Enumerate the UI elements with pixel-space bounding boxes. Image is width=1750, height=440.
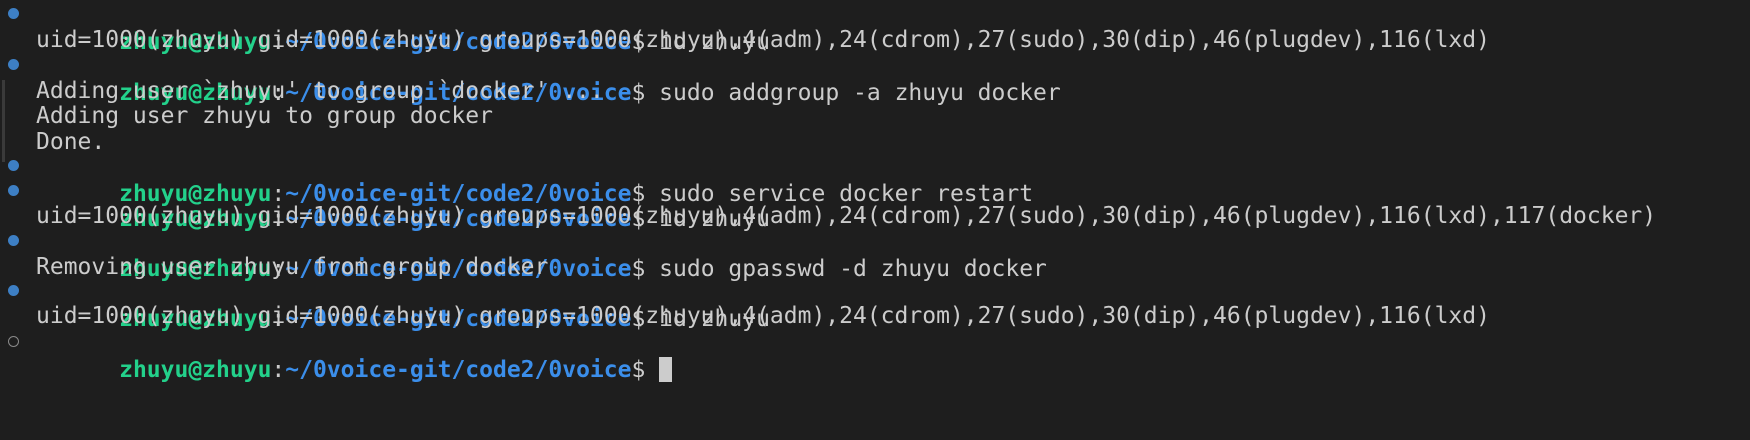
command-text: sudo addgroup -a zhuyu docker xyxy=(659,80,1061,106)
output-text: uid=1000(zhuyu) gid=1000(zhuyu) groups=1… xyxy=(36,303,1490,329)
output-text: uid=1000(zhuyu) gid=1000(zhuyu) groups=1… xyxy=(36,203,1657,229)
command-success-icon[interactable] xyxy=(8,285,19,296)
output-line: uid=1000(zhuyu) gid=1000(zhuyu) groups=1… xyxy=(0,26,1490,54)
command-success-icon[interactable] xyxy=(8,8,19,19)
current-prompt-line[interactable]: zhuyu@zhuyu:~/0voice-git/code2/0voice$ xyxy=(0,328,673,383)
text-cursor xyxy=(659,357,673,382)
output-text: uid=1000(zhuyu) gid=1000(zhuyu) groups=1… xyxy=(36,27,1490,53)
prompt-line: zhuyu@zhuyu:~/0voice-git/code2/0voice$ s… xyxy=(0,152,1033,207)
output-text: Adding user `zhuyu' to group `docker' ..… xyxy=(36,78,604,104)
output-text: Adding user zhuyu to group docker xyxy=(36,103,493,129)
output-line: Adding user `zhuyu' to group `docker' ..… xyxy=(0,77,604,105)
output-line: Adding user zhuyu to group docker xyxy=(0,102,493,130)
command-pending-icon xyxy=(8,336,19,347)
command-success-icon[interactable] xyxy=(8,59,19,70)
prompt-separator: : xyxy=(271,357,286,383)
prompt-symbol: $ xyxy=(631,80,660,106)
prompt-user-host: zhuyu@zhuyu xyxy=(119,357,272,383)
command-success-icon[interactable] xyxy=(8,185,19,196)
prompt-line: zhuyu@zhuyu:~/0voice-git/code2/0voice$ i… xyxy=(0,0,770,55)
prompt-line: zhuyu@zhuyu:~/0voice-git/code2/0voice$ i… xyxy=(0,177,770,232)
command-success-icon[interactable] xyxy=(8,235,19,246)
output-line: uid=1000(zhuyu) gid=1000(zhuyu) groups=1… xyxy=(0,202,1656,230)
terminal-panel[interactable]: zhuyu@zhuyu:~/0voice-git/code2/0voice$ i… xyxy=(0,0,1750,426)
prompt-symbol: $ xyxy=(631,357,660,383)
prompt-line: zhuyu@zhuyu:~/0voice-git/code2/0voice$ i… xyxy=(0,277,770,332)
prompt-line: zhuyu@zhuyu:~/0voice-git/code2/0voice$ s… xyxy=(0,51,1061,106)
output-line: uid=1000(zhuyu) gid=1000(zhuyu) groups=1… xyxy=(0,302,1490,330)
command-success-icon[interactable] xyxy=(8,160,19,171)
prompt-path: ~/0voice-git/code2/0voice xyxy=(285,357,632,383)
prompt-line: zhuyu@zhuyu:~/0voice-git/code2/0voice$ s… xyxy=(0,227,1047,282)
